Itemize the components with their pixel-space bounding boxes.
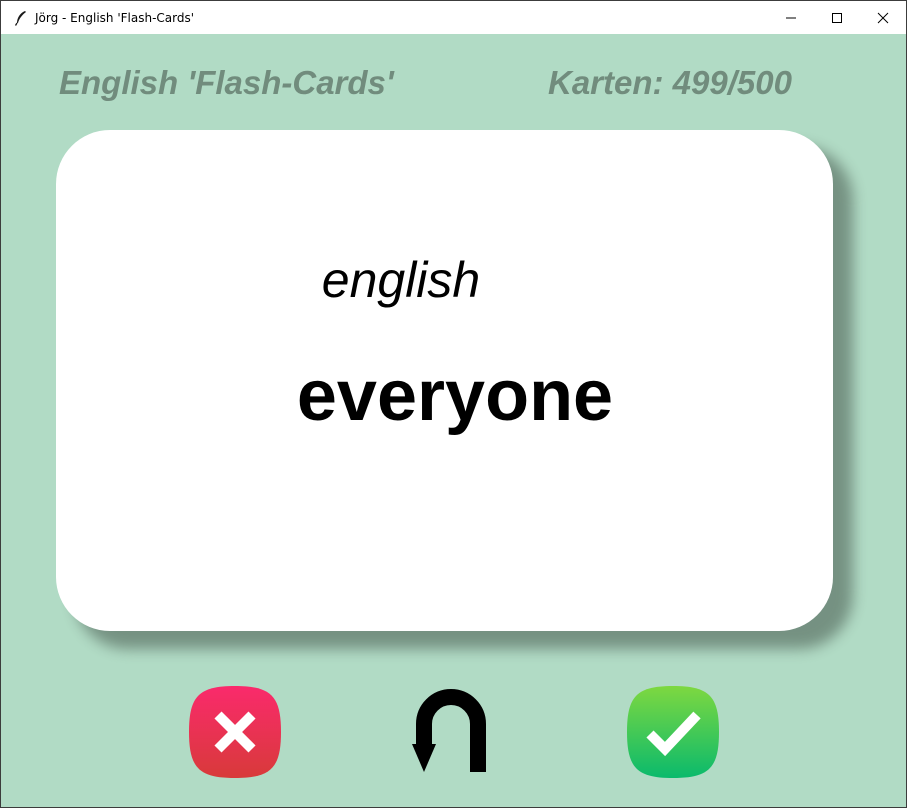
- close-icon: [877, 12, 889, 23]
- app-canvas: English 'Flash-Cards' Karten: 499/500 en…: [1, 34, 906, 807]
- card-language-label: english: [321, 252, 481, 308]
- wrong-button[interactable]: [187, 684, 283, 780]
- card-counter: Karten: 499/500: [548, 64, 792, 101]
- maximize-button[interactable]: [814, 1, 860, 34]
- close-button[interactable]: [860, 1, 906, 34]
- u-turn-arrow-icon: [412, 689, 486, 772]
- x-icon: [189, 686, 281, 778]
- minimize-button[interactable]: [768, 1, 814, 34]
- flip-button[interactable]: [406, 684, 494, 776]
- app-window: Jörg - English 'Flash-Cards' English 'Fl…: [0, 0, 907, 808]
- feather-icon: [13, 10, 29, 26]
- window-title: Jörg - English 'Flash-Cards': [35, 10, 195, 25]
- card-word: everyone: [296, 356, 614, 436]
- maximize-icon: [832, 12, 842, 23]
- title-bar[interactable]: Jörg - English 'Flash-Cards': [1, 1, 906, 34]
- app-title: English 'Flash-Cards': [59, 64, 394, 101]
- minimize-icon: [786, 17, 796, 18]
- checkmark-icon: [627, 686, 719, 778]
- right-button[interactable]: [625, 684, 721, 780]
